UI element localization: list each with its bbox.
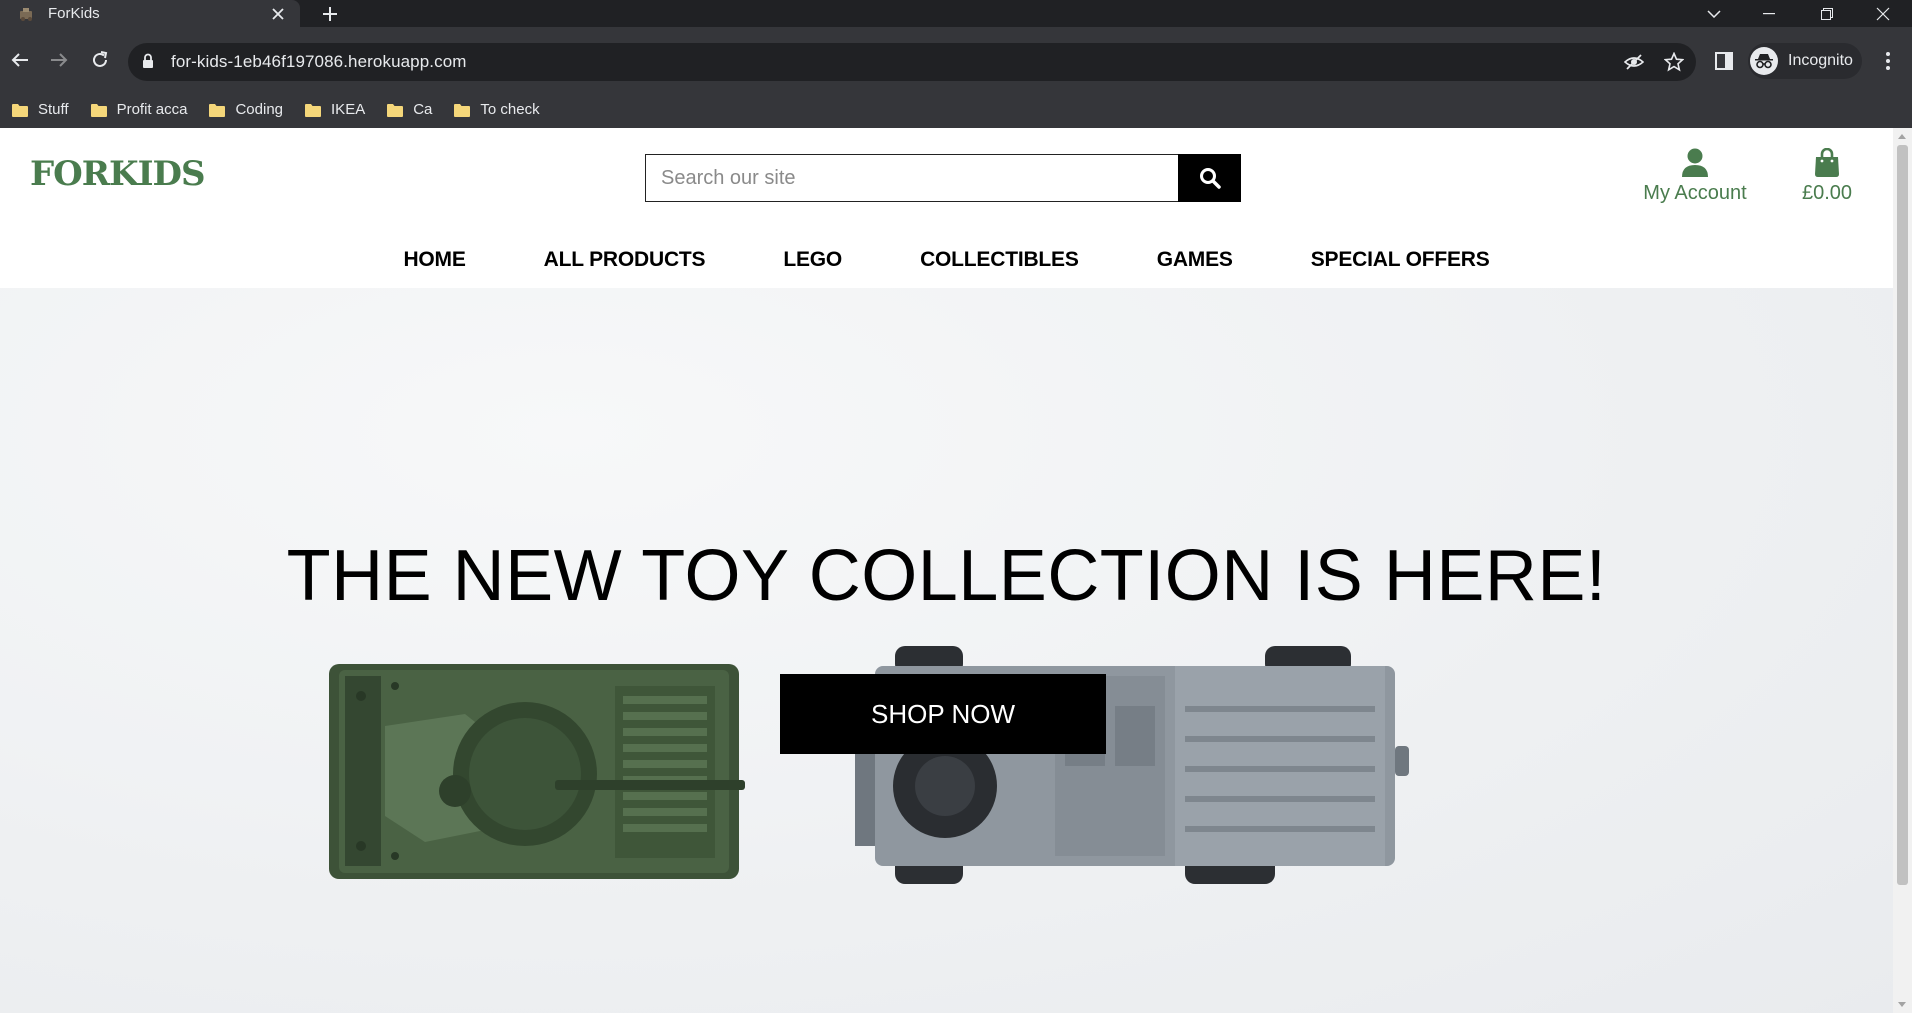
hero-banner: THE NEW TOY COLLECTION IS HERE! SHOP NOW (0, 288, 1893, 1013)
my-account-link[interactable]: My Account (1640, 148, 1750, 205)
nav-home[interactable]: HOME (403, 248, 465, 272)
hero-title: THE NEW TOY COLLECTION IS HERE! (286, 536, 1607, 616)
bookmark-folder[interactable]: To check (454, 101, 540, 118)
bookmark-folder[interactable]: Stuff (12, 101, 69, 118)
bookmark-label: To check (480, 101, 540, 118)
nav-lego[interactable]: LEGO (783, 248, 842, 272)
main-navigation: HOME ALL PRODUCTS LEGO COLLECTIBLES GAME… (0, 240, 1893, 280)
browser-tab[interactable]: ForKids (0, 0, 300, 27)
search-input[interactable] (645, 154, 1181, 202)
bookmark-folder[interactable]: Profit acca (90, 101, 188, 118)
browser-toolbar: for-kids-1eb46f197086.herokuapp.com Inco… (0, 27, 1912, 97)
shopping-bag-link[interactable]: £0.00 (1795, 148, 1859, 205)
bookmark-label: Coding (235, 101, 284, 118)
bookmark-folder[interactable]: IKEA (305, 101, 365, 118)
scroll-up-arrow-icon[interactable] (1898, 134, 1906, 139)
incognito-profile-button[interactable]: Incognito (1748, 43, 1862, 79)
browser-tab-strip: ForKids (0, 0, 1912, 27)
restore-icon[interactable] (1798, 0, 1856, 27)
reload-icon[interactable] (86, 46, 114, 74)
tab-search-chevron-icon[interactable] (1685, 0, 1743, 27)
folder-icon (90, 103, 107, 117)
bookmark-folder[interactable]: Ca (387, 101, 432, 118)
search-button[interactable] (1178, 154, 1241, 202)
toy-tank-image (329, 664, 745, 879)
bookmark-label: Stuff (38, 101, 69, 118)
browser-menu-icon[interactable] (1876, 49, 1900, 73)
nav-all-products[interactable]: ALL PRODUCTS (544, 248, 706, 272)
site-logo[interactable]: FORKIDS (30, 154, 206, 194)
minimize-icon[interactable] (1740, 0, 1798, 27)
nav-games[interactable]: GAMES (1157, 248, 1233, 272)
folder-icon (387, 103, 404, 117)
folder-icon (305, 103, 322, 117)
site-header: FORKIDS My Account £0.00 HOME ALL PRODUC… (0, 128, 1893, 288)
back-icon[interactable] (6, 46, 34, 74)
scroll-down-arrow-icon[interactable] (1898, 1002, 1906, 1007)
url-text: for-kids-1eb46f197086.herokuapp.com (171, 52, 467, 71)
folder-icon (209, 103, 226, 117)
tab-title: ForKids (48, 5, 100, 22)
site-favicon-icon (18, 5, 36, 23)
shopping-bag-icon (1815, 148, 1839, 177)
my-account-label: My Account (1643, 182, 1747, 204)
new-tab-icon[interactable] (318, 2, 342, 26)
profile-label: Incognito (1788, 52, 1853, 69)
page-scrollbar[interactable] (1893, 128, 1912, 1013)
bookmark-label: Profit acca (116, 101, 188, 118)
folder-icon (12, 103, 28, 117)
nav-collectibles[interactable]: COLLECTIBLES (920, 248, 1079, 272)
user-icon (1682, 148, 1708, 177)
shop-now-button[interactable]: SHOP NOW (780, 674, 1106, 754)
bookmark-label: Ca (413, 101, 433, 118)
incognito-icon (1750, 47, 1778, 75)
site-search (645, 154, 1241, 202)
tracking-blocked-eye-icon[interactable] (1622, 50, 1646, 74)
address-bar[interactable]: for-kids-1eb46f197086.herokuapp.com (128, 43, 1696, 81)
web-page: FORKIDS My Account £0.00 HOME ALL PRODUC… (0, 128, 1893, 1013)
window-close-icon[interactable] (1854, 0, 1912, 27)
side-panel-icon[interactable] (1712, 49, 1736, 73)
close-tab-icon[interactable] (268, 4, 288, 24)
lock-icon (142, 53, 158, 71)
folder-icon (454, 103, 471, 117)
bookmarks-bar: Stuff Profit acca Coding IKEA Ca To chec… (0, 91, 1912, 128)
bookmark-folder[interactable]: Coding (209, 101, 283, 118)
forward-icon[interactable] (45, 46, 73, 74)
nav-special-offers[interactable]: SPECIAL OFFERS (1311, 248, 1490, 272)
bookmark-star-icon[interactable] (1662, 50, 1686, 74)
scrollbar-thumb[interactable] (1897, 145, 1908, 885)
bookmark-label: IKEA (331, 101, 366, 118)
bag-total: £0.00 (1801, 182, 1853, 204)
search-icon (1199, 168, 1221, 189)
